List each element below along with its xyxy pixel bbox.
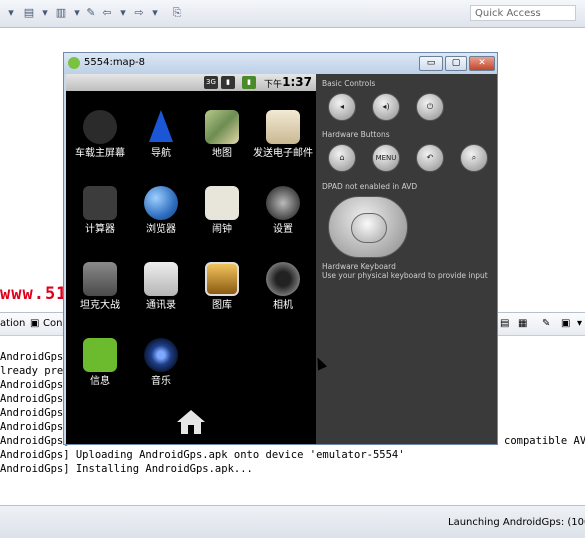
toolbar-icon[interactable]: ⎘ [170,6,184,20]
app-label: 发送电子邮件 [253,148,313,159]
app-email[interactable]: 发送电子邮件 [252,110,314,160]
dropdown-icon[interactable]: ▾ [148,6,162,20]
quick-access-input[interactable]: Quick Access [470,5,576,21]
battery-icon: ▮ [242,76,256,89]
app-label: 通讯录 [146,300,176,311]
scroll-lock-icon[interactable]: ▦ [518,317,527,331]
toolbar-icon[interactable]: ▾ [4,6,18,20]
camera-icon [266,262,300,296]
menu-button[interactable]: MENU [372,144,400,172]
app-car-home[interactable]: 车载主屏幕 [69,110,131,160]
app-label: 车载主屏幕 [75,148,125,159]
app-messaging[interactable]: 信息 [69,338,131,388]
app-label: 设置 [273,224,293,235]
status-am-pm: 下午 [263,80,282,90]
app-alarm-clock[interactable]: 闹钟 [191,186,253,236]
music-icon [144,338,178,372]
app-label: 闹钟 [212,224,232,235]
app-navigation[interactable]: 导航 [130,110,192,160]
emulator-controls-panel: Basic Controls ◂ ◂) ⏻ Hardware Buttons ⌂… [316,74,497,444]
settings-icon [266,186,300,220]
dpad-center-button[interactable] [351,213,387,243]
tank-game-icon [83,262,117,296]
network-3g-icon: 3G [204,76,218,89]
alarm-clock-icon [205,186,239,220]
console-line: AndroidGps] Installing AndroidGps.apk... [0,463,253,475]
toolbar-icon[interactable]: ✎ [84,6,98,20]
app-maps[interactable]: 地图 [191,110,253,160]
keyboard-heading: Hardware Keyboard [322,262,396,271]
forward-icon[interactable]: ⇨ [132,6,146,20]
dropdown-icon[interactable]: ▾ [38,6,52,20]
hardware-buttons-heading: Hardware Buttons [322,130,390,139]
app-label: 相机 [273,300,293,311]
toolbar-icon[interactable]: ▥ [54,6,68,20]
app-label: 地图 [212,148,232,159]
browser-icon [144,186,178,220]
dropdown-icon[interactable]: ▾ [70,6,84,20]
maximize-button[interactable]: ▢ [445,56,467,71]
messaging-icon [83,338,117,372]
car-home-icon [83,110,117,144]
app-settings[interactable]: 设置 [252,186,314,236]
app-label: 坦克大战 [80,300,120,311]
toolbar-icon[interactable]: ▤ [22,6,36,20]
navigation-icon [149,110,173,142]
app-label: 导航 [151,148,171,159]
emulator-titlebar[interactable]: 5554:map-8 ▭ ▢ ✕ [64,53,497,74]
console-tab-icon: ▣ [30,318,40,329]
status-time: 1:37 [282,75,312,89]
launch-status: Launching AndroidGps: (100% [448,517,585,528]
dropdown-icon[interactable]: ▾ [116,6,130,20]
back-icon[interactable]: ⇦ [100,6,114,20]
tab-application[interactable]: ation [0,317,25,331]
console-line-tail: compatible AV [504,435,585,447]
app-label: 图库 [212,300,232,311]
dropdown-icon[interactable]: ▾ [577,317,582,331]
minimize-button[interactable]: ▭ [419,56,443,71]
dpad-heading: DPAD not enabled in AVD [322,182,418,191]
app-label: 音乐 [151,376,171,387]
search-button-icon[interactable]: ⌕ [460,144,488,172]
android-status-bar: 3G ▮ ▮ 下午 1:37 [66,74,316,91]
app-gallery[interactable]: 图库 [191,262,253,312]
signal-icon: ▮ [221,76,235,89]
ide-toolbar: ▾ ▤ ▾ ▥ ▾ ✎ ⇦ ▾ ⇨ ▾ ⎘ Quick Access [0,0,585,28]
home-button-icon[interactable]: ⌂ [328,144,356,172]
gallery-icon [205,262,239,296]
back-button-icon[interactable]: ↶ [416,144,444,172]
clear-console-icon[interactable]: ▤ [500,317,509,331]
maps-icon [205,110,239,144]
console-line: lready prep [0,365,70,377]
contacts-icon [144,262,178,296]
calculator-icon [83,186,117,220]
app-camera[interactable]: 相机 [252,262,314,312]
android-logo-icon [68,57,80,69]
app-browser[interactable]: 浏览器 [130,186,192,236]
emulator-window: 5554:map-8 ▭ ▢ ✕ 3G ▮ ▮ 下午 1:37 车载主屏幕 导航… [63,52,498,445]
basic-controls-heading: Basic Controls [322,79,376,88]
keyboard-subtext: Use your physical keyboard to provide in… [322,271,488,280]
display-console-icon[interactable]: ▣ [561,317,570,331]
power-icon[interactable]: ⏻ [416,93,444,121]
console-line: AndroidGps] Uploading AndroidGps.apk ont… [0,449,405,461]
ide-status-bar: Launching AndroidGps: (100% [0,505,585,538]
app-contacts[interactable]: 通讯录 [130,262,192,312]
home-icon[interactable] [176,409,206,435]
app-tank-game[interactable]: 坦克大战 [69,262,131,312]
app-calculator[interactable]: 计算器 [69,186,131,236]
app-label: 浏览器 [146,224,176,235]
dpad-control[interactable] [328,196,408,258]
app-label: 计算器 [85,224,115,235]
close-button[interactable]: ✕ [469,56,495,71]
volume-down-icon[interactable]: ◂ [328,93,356,121]
app-label: 信息 [90,376,110,387]
device-screen: 3G ▮ ▮ 下午 1:37 车载主屏幕 导航 地图 发送电子邮件 计算器 浏览… [66,74,316,444]
volume-up-icon[interactable]: ◂) [372,93,400,121]
app-music[interactable]: 音乐 [130,338,192,388]
email-icon [266,110,300,144]
pin-console-icon[interactable]: ✎ [542,317,550,331]
emulator-title: 5554:map-8 [84,57,146,68]
